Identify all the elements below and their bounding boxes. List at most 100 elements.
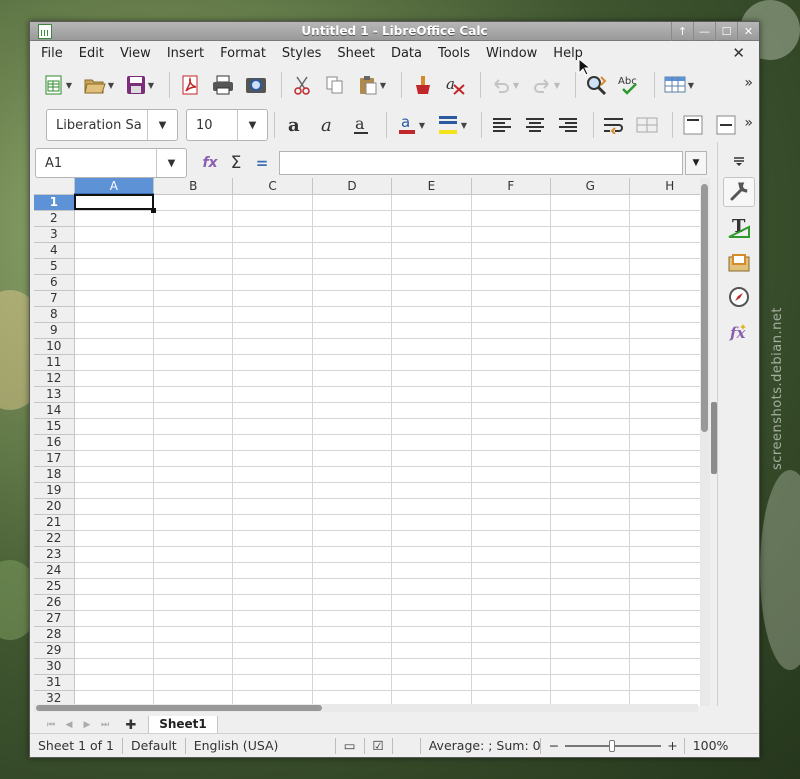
cell[interactable] [153,370,234,387]
column-header-c[interactable]: C [232,178,313,195]
chevron-down-icon[interactable]: ▼ [513,81,519,90]
cell[interactable] [74,258,155,275]
row-header[interactable]: 19 [34,482,75,499]
cell[interactable] [312,354,393,371]
cell[interactable] [232,498,313,515]
italic-button[interactable]: a [314,111,342,139]
cell[interactable] [471,274,552,291]
cell[interactable] [550,466,631,483]
cell[interactable] [391,674,472,691]
align-middle-button[interactable] [712,111,740,139]
row-header[interactable]: 21 [34,514,75,531]
cell[interactable] [232,306,313,323]
font-color-button[interactable]: a ▼ [393,111,429,139]
menu-styles[interactable]: Styles [274,46,329,61]
close-window-button[interactable]: ✕ [737,22,759,41]
cell[interactable] [550,210,631,227]
cell[interactable] [74,418,155,435]
add-sheet-icon[interactable]: ✚ [122,718,140,733]
cell[interactable] [74,306,155,323]
cell[interactable] [629,338,710,355]
cell[interactable] [312,546,393,563]
sidebar-functions-button[interactable]: fx [723,317,755,347]
keep-above-button[interactable]: ↑ [671,22,693,41]
spreadsheet-grid[interactable]: ABCDEFGH 1 2 3 4 5 6 7 8 9 10 11 12 13 14 15 16 17 18 19 20… [34,178,710,706]
cell[interactable] [391,498,472,515]
row-header[interactable]: 28 [34,626,75,643]
cell[interactable] [629,450,710,467]
cell[interactable] [232,482,313,499]
cell[interactable] [153,322,234,339]
cell[interactable] [74,674,155,691]
cell[interactable] [312,610,393,627]
cell[interactable] [312,498,393,515]
align-center-button[interactable] [521,111,549,139]
print-button[interactable] [209,71,237,99]
column-header-e[interactable]: E [391,178,472,195]
cell[interactable] [74,498,155,515]
cell[interactable] [391,274,472,291]
cell[interactable] [471,258,552,275]
cell[interactable] [232,626,313,643]
row-header[interactable]: 10 [34,338,75,355]
cell[interactable] [312,450,393,467]
cell[interactable] [629,418,710,435]
cell[interactable] [153,626,234,643]
cell[interactable] [153,578,234,595]
new-button[interactable]: ▼ [40,71,76,99]
zoom-in-icon[interactable]: + [667,738,677,753]
menu-window[interactable]: Window [478,46,545,61]
cell[interactable] [232,210,313,227]
cell[interactable] [629,498,710,515]
cell[interactable] [391,290,472,307]
redo-button[interactable]: ▼ [528,71,564,99]
chevron-down-icon[interactable]: ▼ [147,110,177,140]
cell[interactable] [153,466,234,483]
cell[interactable] [153,498,234,515]
row-header[interactable]: 6 [34,274,75,291]
column-header-f[interactable]: F [471,178,552,195]
row-header[interactable]: 25 [34,578,75,595]
cell[interactable] [629,258,710,275]
cell[interactable] [391,210,472,227]
sum-icon[interactable]: Σ [225,153,247,173]
selection-mode-icon[interactable]: ▭ [336,737,365,754]
clone-formatting-button[interactable] [408,71,436,99]
row-header[interactable]: 11 [34,354,75,371]
toolbar-overflow-icon[interactable]: » [744,75,753,91]
horizontal-scrollbar[interactable] [34,704,698,712]
cell[interactable] [232,514,313,531]
chevron-down-icon[interactable]: ▼ [237,110,267,140]
cell[interactable] [312,370,393,387]
cell[interactable] [312,578,393,595]
cell[interactable] [550,274,631,291]
row-header[interactable]: 30 [34,658,75,675]
cell[interactable] [471,354,552,371]
cell[interactable] [629,242,710,259]
column-header-h[interactable]: H [629,178,710,195]
cell[interactable] [471,514,552,531]
column-header-g[interactable]: G [550,178,631,195]
cell[interactable] [471,562,552,579]
cell[interactable] [629,194,710,211]
cell[interactable] [471,242,552,259]
cut-button[interactable] [288,71,316,99]
cell[interactable] [471,418,552,435]
cell[interactable] [550,482,631,499]
cell[interactable] [312,402,393,419]
cell[interactable] [312,658,393,675]
cell[interactable] [550,290,631,307]
cell[interactable] [471,402,552,419]
chevron-down-icon[interactable]: ▼ [461,121,467,130]
cell[interactable] [629,322,710,339]
cell[interactable] [550,306,631,323]
cell[interactable] [471,434,552,451]
cell[interactable] [550,498,631,515]
cell[interactable] [232,242,313,259]
background-color-button[interactable]: ▼ [434,111,470,139]
zoom-track[interactable] [565,739,662,752]
cell[interactable] [74,354,155,371]
cell[interactable] [153,386,234,403]
cell[interactable] [471,338,552,355]
cell[interactable] [74,658,155,675]
